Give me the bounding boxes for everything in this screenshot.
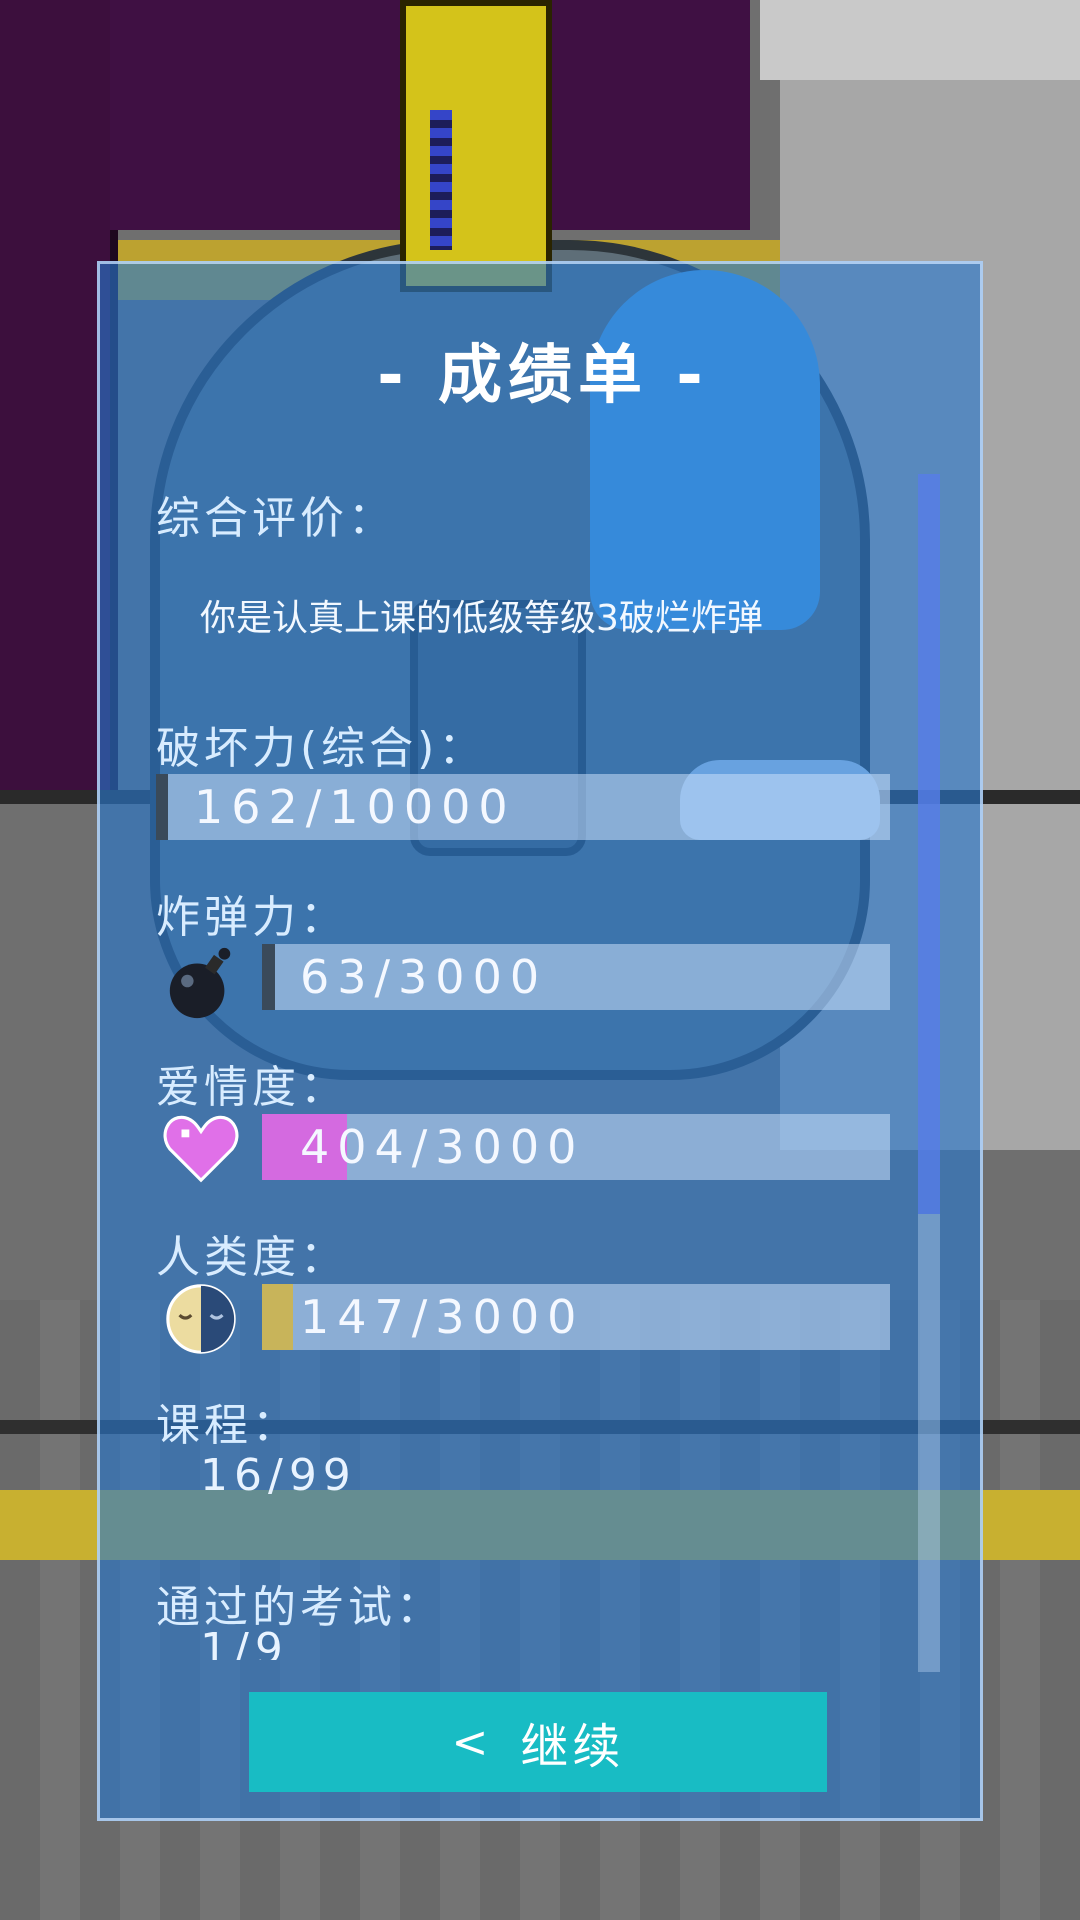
evaluation-label: 综合评价：	[156, 493, 396, 544]
destruction-value: 162/10000	[194, 780, 516, 834]
destruction-bar: 162/10000	[156, 774, 890, 840]
love-bar: 404/3000	[262, 1114, 890, 1180]
background-lamp	[400, 0, 552, 292]
courses-value: 16/99	[200, 1450, 357, 1501]
half-face-icon	[166, 1284, 236, 1354]
exams-value: 1/9	[200, 1624, 289, 1660]
destruction-label: 破坏力(综合)：	[156, 723, 487, 774]
love-label: 爱情度：	[156, 1062, 348, 1113]
bomb-power-bar: 63/3000	[262, 944, 890, 1010]
background-wall-top	[760, 0, 1080, 80]
evaluation-text: 你是认真上课的低级等级3破烂炸弹	[200, 598, 763, 639]
love-value: 404/3000	[300, 1120, 585, 1174]
scrollbar-thumb[interactable]	[918, 474, 940, 1214]
bomb-power-bar-fill	[262, 944, 276, 1010]
panel-title: - 成绩单 -	[377, 339, 709, 413]
background-lamp-meter	[430, 110, 452, 250]
destruction-bar-fill	[156, 774, 168, 840]
report-card-panel: - 成绩单 - 综合评价： 你是认真上课的低级等级3破烂炸弹 破坏力(综合)： …	[97, 261, 983, 1821]
bomb-power-label: 炸弹力：	[156, 892, 348, 943]
humanity-bar: 147/3000	[262, 1284, 890, 1350]
continue-label: 继续	[520, 1719, 625, 1775]
humanity-value: 147/3000	[300, 1290, 585, 1344]
continue-button[interactable]: < 继续	[249, 1692, 827, 1792]
humanity-bar-fill	[262, 1284, 293, 1350]
heart-icon	[163, 1115, 239, 1183]
bomb-power-value: 63/3000	[300, 950, 548, 1004]
courses-label: 课程：	[156, 1400, 300, 1451]
chevron-left-icon: <	[451, 1716, 493, 1768]
humanity-label: 人类度：	[156, 1232, 348, 1283]
bomb-icon	[169, 947, 231, 1019]
game-screen: - 成绩单 - 综合评价： 你是认真上课的低级等级3破烂炸弹 破坏力(综合)： …	[0, 0, 1080, 1920]
